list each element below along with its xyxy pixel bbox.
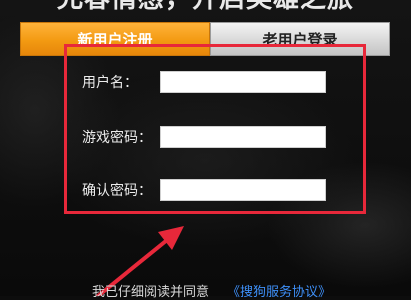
red-pointer-arrow-icon xyxy=(96,226,184,296)
agreement-line: 我已仔细阅读并同意 《搜狗服务协议》 xyxy=(92,281,331,300)
agreement-text: 我已仔细阅读并同意 xyxy=(92,285,210,300)
agreement-link[interactable]: 《搜狗服务协议》 xyxy=(227,285,331,300)
